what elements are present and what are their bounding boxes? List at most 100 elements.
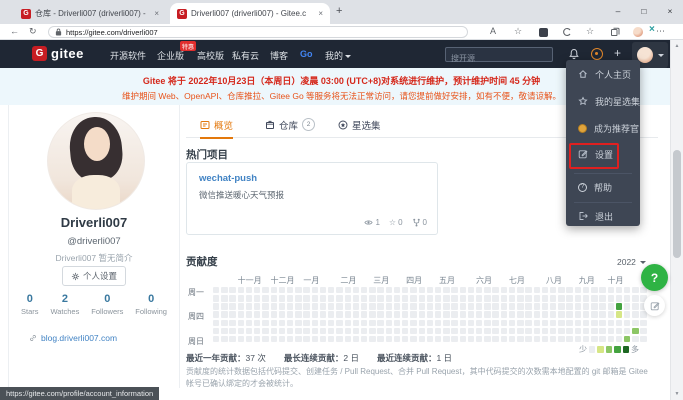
contribution-cell[interactable] <box>319 303 327 310</box>
contribution-cell[interactable] <box>517 287 524 294</box>
contribution-cell[interactable] <box>418 303 425 310</box>
contribution-cell[interactable] <box>467 303 475 310</box>
contribution-cell[interactable] <box>451 295 458 302</box>
contribution-cell[interactable] <box>500 311 508 318</box>
contribution-cell[interactable] <box>229 335 236 343</box>
contribution-cell[interactable] <box>632 319 639 326</box>
contribution-cell[interactable] <box>541 319 549 326</box>
more-icon[interactable]: ⋯ <box>656 26 665 37</box>
contribution-cell[interactable] <box>492 287 499 294</box>
contribution-cell[interactable] <box>492 335 499 343</box>
contribution-cell[interactable] <box>615 327 623 335</box>
contribution-cell[interactable] <box>352 303 360 310</box>
contribution-cell[interactable] <box>245 295 253 302</box>
nav-link-go[interactable]: Go <box>300 49 313 59</box>
contribution-cell[interactable] <box>278 295 286 302</box>
contribution-cell[interactable] <box>599 287 606 294</box>
contribution-cell[interactable] <box>213 287 220 294</box>
scroll-up-arrow[interactable]: ▲ <box>671 43 683 49</box>
contribution-cell[interactable] <box>632 303 639 310</box>
contribution-cell[interactable] <box>476 327 483 335</box>
contribution-cell[interactable] <box>615 335 623 343</box>
contribution-cell[interactable] <box>245 327 253 335</box>
contribution-cell[interactable] <box>624 311 631 318</box>
contribution-cell[interactable] <box>607 295 614 302</box>
contribution-cell[interactable] <box>574 319 582 326</box>
contribution-cell[interactable] <box>632 327 639 335</box>
search-input[interactable] <box>446 51 552 65</box>
contribution-cell[interactable] <box>566 287 573 294</box>
contribution-cell[interactable] <box>352 327 360 335</box>
contribution-cell[interactable] <box>500 287 508 294</box>
contribution-cell[interactable] <box>402 311 409 318</box>
contribution-cell[interactable] <box>213 335 220 343</box>
nav-link-education[interactable]: 高校版 <box>197 49 224 62</box>
contribution-cell[interactable] <box>558 303 565 310</box>
scrollbar-thumb[interactable] <box>673 150 681 258</box>
contribution-cell[interactable] <box>459 319 466 326</box>
contribution-cell[interactable] <box>582 319 590 326</box>
contribution-cell[interactable] <box>344 327 351 335</box>
contribution-cell[interactable] <box>566 311 573 318</box>
stat-watches[interactable]: 2 Watches <box>50 293 79 316</box>
contribution-cell[interactable] <box>393 287 401 294</box>
contribution-cell[interactable] <box>500 327 508 335</box>
contribution-cell[interactable] <box>550 303 557 310</box>
contribution-cell[interactable] <box>434 327 442 335</box>
menu-item-help[interactable]: ? 帮助 <box>578 180 612 194</box>
contribution-cell[interactable] <box>484 287 491 294</box>
contribution-cell[interactable] <box>525 319 532 326</box>
contribution-cell[interactable] <box>360 335 368 343</box>
contribution-cell[interactable] <box>295 327 302 335</box>
contribution-cell[interactable] <box>270 311 277 318</box>
contribution-cell[interactable] <box>393 335 401 343</box>
contribution-cell[interactable] <box>459 295 466 302</box>
contribution-cell[interactable] <box>385 327 392 335</box>
contribution-cell[interactable] <box>566 319 573 326</box>
contribution-cell[interactable] <box>476 287 483 294</box>
contribution-cell[interactable] <box>237 327 245 335</box>
contribution-cell[interactable] <box>451 327 458 335</box>
contribution-cell[interactable] <box>484 311 491 318</box>
contribution-cell[interactable] <box>393 327 401 335</box>
contribution-cell[interactable] <box>377 303 384 310</box>
contribution-cell[interactable] <box>492 303 499 310</box>
contribution-cell[interactable] <box>582 311 590 318</box>
contribution-cell[interactable] <box>319 311 327 318</box>
contribution-cell[interactable] <box>484 295 491 302</box>
contribution-cell[interactable] <box>369 319 376 326</box>
contribution-cell[interactable] <box>632 295 639 302</box>
contribution-cell[interactable] <box>484 303 491 310</box>
project-card[interactable]: wechat-push 微信推送暖心天气预报 1 ☆ 0 0 <box>186 162 438 235</box>
contribution-cell[interactable] <box>517 295 524 302</box>
contribution-cell[interactable] <box>599 303 606 310</box>
contribution-cell[interactable] <box>369 335 376 343</box>
contribution-cell[interactable] <box>599 327 606 335</box>
contribution-cell[interactable] <box>607 303 614 310</box>
contribution-cell[interactable] <box>319 319 327 326</box>
contribution-cell[interactable] <box>221 327 228 335</box>
contribution-cell[interactable] <box>624 335 631 343</box>
contribution-cell[interactable] <box>229 303 236 310</box>
contribution-cell[interactable] <box>467 287 475 294</box>
contribution-cell[interactable] <box>492 327 499 335</box>
contribution-cell[interactable] <box>566 303 573 310</box>
contribution-cell[interactable] <box>393 303 401 310</box>
contribution-cell[interactable] <box>492 319 499 326</box>
contribution-cell[interactable] <box>434 295 442 302</box>
refresh-icon[interactable]: ↻ <box>29 26 37 37</box>
contribution-cell[interactable] <box>640 327 647 335</box>
contribution-cell[interactable] <box>467 319 475 326</box>
window-maximize-button[interactable]: □ <box>631 6 657 16</box>
contribution-cell[interactable] <box>632 287 639 294</box>
contribution-cell[interactable] <box>426 327 434 335</box>
contribution-cell[interactable] <box>624 327 631 335</box>
contribution-cell[interactable] <box>245 335 253 343</box>
contribution-cell[interactable] <box>352 295 360 302</box>
contribution-cell[interactable] <box>344 335 351 343</box>
contribution-cell[interactable] <box>254 287 261 294</box>
contribution-cell[interactable] <box>262 295 269 302</box>
contribution-cell[interactable] <box>319 295 327 302</box>
contribution-cell[interactable] <box>360 327 368 335</box>
contribution-cell[interactable] <box>328 295 335 302</box>
